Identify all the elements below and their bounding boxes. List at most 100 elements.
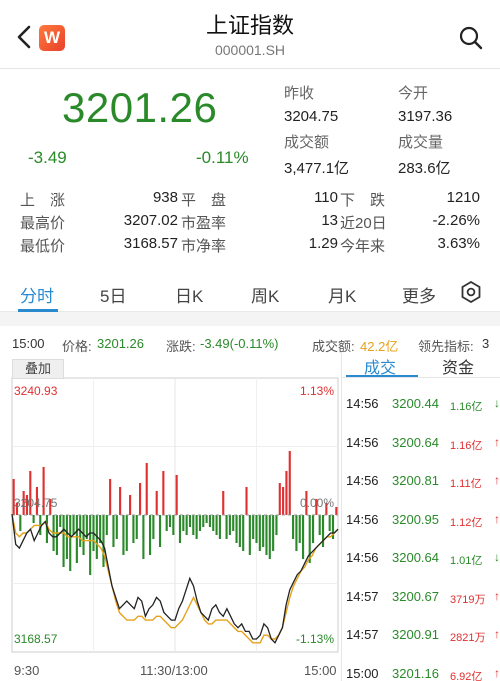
trade-price: 3200.44	[392, 396, 439, 411]
volume-bar	[122, 515, 125, 555]
volume-block: 成交量 283.6亿	[398, 131, 451, 178]
tab-more[interactable]: 更多	[402, 282, 436, 307]
volume-bar	[282, 487, 285, 515]
stat-label: 今年来	[340, 238, 386, 255]
arrow-up-icon: ↑	[494, 473, 500, 487]
volume-bar	[238, 515, 241, 547]
volume-bar	[152, 515, 155, 539]
volume-bar	[262, 515, 265, 547]
trade-time: 14:56	[346, 511, 379, 527]
tab-intraday[interactable]: 分时	[20, 282, 54, 307]
volume-bar	[185, 515, 188, 535]
header-bar: W 上证指数 000001.SH	[0, 0, 500, 68]
trade-volume: 1.12亿	[450, 516, 483, 529]
axis-mid-pct: 0.00%	[300, 496, 335, 510]
trade-price: 3200.95	[392, 511, 439, 527]
volume-bar	[235, 515, 238, 543]
volume-bar	[102, 515, 105, 567]
trade-price: 3200.64	[392, 434, 439, 450]
volume-bar	[311, 515, 315, 543]
volume-bar	[242, 515, 245, 551]
volume-bar	[295, 515, 298, 551]
stat-label: 最低价	[20, 238, 66, 255]
trade-time: 14:57	[346, 588, 379, 604]
volume-bar	[222, 491, 225, 515]
stat-value: 938	[152, 189, 178, 206]
volume-value: 283.6亿	[398, 160, 451, 177]
volume-bar	[228, 515, 231, 535]
turnover-block: 成交额 3,477.1亿	[284, 131, 349, 178]
volume-bar	[275, 515, 278, 535]
trade-volume: 6.92亿	[450, 670, 483, 681]
volume-bar	[115, 515, 118, 539]
trade-price: 3201.16	[392, 665, 439, 681]
volume-bar	[69, 515, 72, 571]
volume-bar	[292, 515, 295, 539]
tab-5day[interactable]: 5日	[100, 282, 126, 307]
volume-bar	[272, 515, 275, 551]
volume-bar	[205, 515, 208, 523]
trade-row: 14:56 3200.81 1.11亿 ↑	[346, 473, 500, 493]
trade-time: 14:57	[346, 627, 379, 642]
arrow-up-icon: ↑	[494, 511, 500, 526]
volume-bar	[135, 515, 138, 539]
volume-bar	[268, 515, 271, 559]
volume-bar	[188, 515, 192, 527]
volume-bar	[158, 515, 162, 547]
tab-daily-k[interactable]: 日K	[175, 282, 203, 307]
volume-bar	[75, 515, 78, 563]
prev-close-value: 3204.75	[284, 108, 339, 125]
volume-bar	[245, 487, 248, 515]
trade-time: 15:00	[346, 665, 379, 681]
volume-bar	[258, 515, 261, 551]
volume-bar	[225, 515, 228, 539]
stats-row: 上 涨 938 平 盘 110 下 跌 1210	[20, 189, 480, 209]
stat-label: 平 盘	[181, 192, 227, 209]
trade-row: 14:56 3200.64 1.16亿 ↑	[346, 435, 500, 455]
volume-bar	[162, 471, 165, 515]
volume-bar	[165, 515, 168, 531]
volume-bar	[195, 515, 198, 539]
trade-panel-tabs: 成交 资金	[342, 352, 500, 378]
volume-bar	[285, 471, 288, 515]
volume-bar	[145, 463, 148, 515]
overlay-button[interactable]: 叠加	[12, 359, 64, 379]
axis-mid-price: 3204.75	[14, 496, 58, 510]
section-gap	[0, 312, 500, 326]
axis-bottom-pct: -1.13%	[296, 632, 335, 646]
tab-weekly-k[interactable]: 周K	[251, 282, 279, 307]
trade-row: 14:56 3200.95 1.12亿 ↑	[346, 512, 500, 532]
trade-volume: 1.11亿	[450, 478, 482, 490]
volume-bar	[89, 515, 92, 575]
arrow-up-icon: ↑	[494, 665, 500, 680]
volume-bar	[129, 495, 132, 515]
volume-bar	[109, 479, 112, 515]
search-icon[interactable]	[458, 25, 484, 51]
stat-label: 上 涨	[20, 192, 66, 209]
trade-row: 15:00 3201.16 6.92亿 ↑	[346, 666, 500, 681]
trade-volume: 3719万	[450, 593, 486, 606]
volume-bar	[19, 515, 22, 531]
stat-value: -2.26%	[432, 212, 480, 229]
volume-bar	[248, 515, 251, 555]
volume-bar	[119, 487, 122, 515]
trade-time: 14:56	[346, 550, 379, 565]
arrow-down-icon: ↓	[494, 396, 500, 410]
open-value: 3197.36	[398, 108, 453, 125]
page-title: 上证指数	[205, 13, 294, 38]
stat-value: 3168.57	[123, 235, 178, 252]
settings-gear-icon[interactable]	[460, 281, 482, 303]
trade-time: 14:56	[346, 396, 379, 411]
trade-price: 3200.64	[392, 550, 439, 565]
volume-bar	[32, 515, 35, 523]
stat-label: 最高价	[20, 215, 66, 232]
intraday-chart[interactable]	[10, 358, 340, 658]
volume-bar	[105, 515, 108, 535]
tab-monthly-k[interactable]: 月K	[328, 282, 356, 307]
tab-capital-flow[interactable]: 资金	[442, 354, 474, 378]
volume-bar	[288, 451, 291, 515]
x-tick-open: 9:30	[14, 663, 40, 678]
arrow-up-icon: ↑	[494, 627, 500, 641]
trade-row: 14:57 3200.67 3719万 ↑	[346, 589, 500, 609]
trade-row: 14:56 3200.44 1.16亿 ↓	[346, 396, 500, 416]
